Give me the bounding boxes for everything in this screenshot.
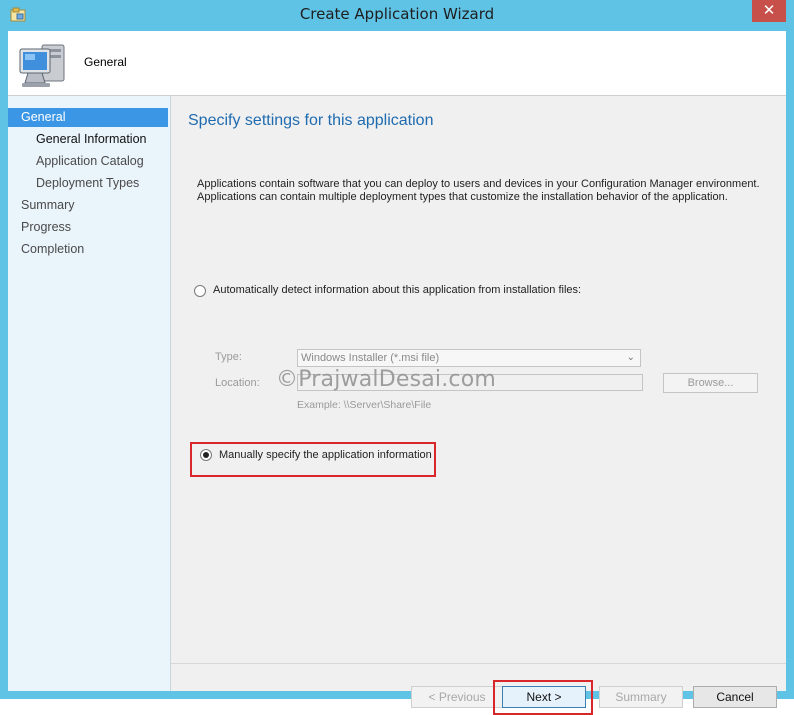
title-bar: Create Application Wizard ✕ (0, 0, 794, 31)
radio-selected-dot (203, 452, 209, 458)
nav-item-progress[interactable]: Progress (8, 218, 168, 237)
type-select[interactable]: Windows Installer (*.msi file) ⌄ (297, 349, 641, 367)
chevron-down-icon: ⌄ (626, 352, 635, 363)
header-title: General (84, 55, 127, 69)
location-example: Example: \\Server\Share\File (297, 399, 432, 411)
page-title: Specify settings for this application (188, 112, 434, 129)
manual-label[interactable]: Manually specify the application informa… (219, 449, 432, 461)
nav-item-summary[interactable]: Summary (8, 196, 168, 215)
nav-item-application-catalog[interactable]: Application Catalog (8, 152, 168, 171)
next-button[interactable]: Next > (502, 686, 586, 708)
wizard-nav: General General Information Application … (8, 96, 171, 691)
wizard-header: General (8, 31, 786, 96)
watermark: ©PrajwalDesai.com (276, 367, 497, 392)
wizard-content: Specify settings for this application Ap… (171, 96, 786, 715)
type-select-value: Windows Installer (*.msi file) (301, 352, 440, 364)
cancel-button[interactable]: Cancel (693, 686, 777, 708)
summary-button[interactable]: Summary (599, 686, 683, 708)
computer-icon (19, 44, 65, 87)
footer-divider (171, 663, 786, 664)
previous-button[interactable]: < Previous (411, 686, 503, 708)
wizard-body: General General General Information Appl… (8, 31, 786, 715)
location-label: Location: (215, 377, 260, 389)
auto-detect-radio[interactable] (194, 285, 206, 297)
page-description: Applications contain software that you c… (197, 178, 777, 204)
nav-item-deployment-types[interactable]: Deployment Types (8, 174, 168, 193)
auto-detect-label[interactable]: Automatically detect information about t… (213, 284, 581, 296)
description-line-2: Applications can contain multiple deploy… (197, 191, 728, 203)
type-label: Type: (215, 351, 242, 363)
nav-item-general-information[interactable]: General Information (8, 130, 168, 149)
browse-button[interactable]: Browse... (663, 373, 758, 393)
close-icon[interactable]: ✕ (752, 0, 786, 22)
description-line-1: Applications contain software that you c… (197, 178, 760, 190)
wizard-window: Create Application Wizard ✕ General Gene… (0, 0, 794, 715)
window-title: Create Application Wizard (299, 5, 495, 23)
nav-item-completion[interactable]: Completion (8, 240, 168, 259)
nav-item-general[interactable]: General (8, 108, 168, 127)
manual-radio[interactable] (200, 449, 212, 461)
